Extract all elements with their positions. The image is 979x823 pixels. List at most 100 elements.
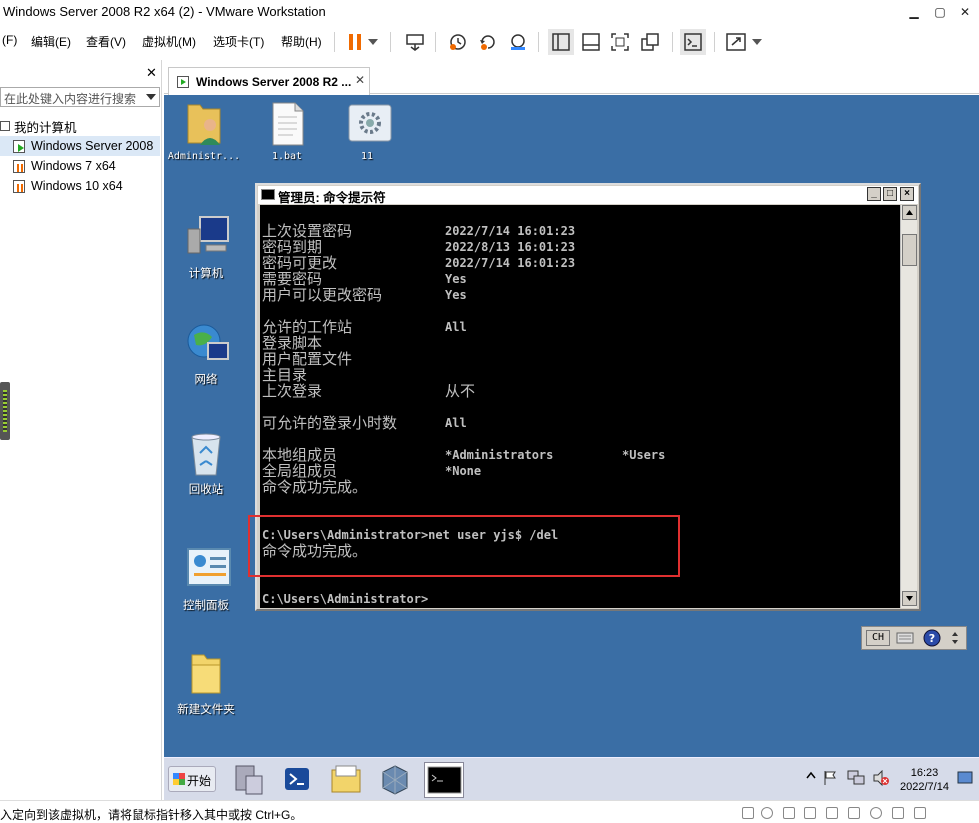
explorer-icon[interactable] [326,762,366,798]
stretch-icon[interactable] [723,29,749,55]
pause-dropdown-icon[interactable] [366,29,380,55]
send-keys-icon[interactable] [402,29,428,55]
network-tray-icon[interactable] [847,770,865,789]
cmd-close-button[interactable]: × [900,187,914,201]
clock-date: 2022/7/14 [900,781,949,793]
sound-icon[interactable] [848,807,860,819]
batch-file-icon [267,101,307,146]
help-icon[interactable]: ? [923,629,941,650]
menu-edit[interactable]: 编辑(E) [31,33,71,50]
scroll-up-button[interactable] [902,205,917,220]
desktop-icon-control-panel[interactable]: 控制面板 [166,547,246,613]
desktop-icon-label: 1.bat [271,151,303,162]
guest-taskbar: 开始 16:23 2022/7/14 [164,757,979,800]
cdrom-icon[interactable] [761,807,773,819]
menu-tabs[interactable]: 选项卡(T) [213,33,264,50]
cmd-icon [261,189,275,200]
control-panel-icon [186,547,231,591]
show-desktop-icon[interactable] [957,770,973,789]
snapshot-manager-icon[interactable] [505,29,531,55]
cmd-taskbar-icon[interactable] [424,762,464,798]
desktop-icon-computer[interactable]: 计算机 [166,215,246,281]
menu-help[interactable]: 帮助(H) [281,33,322,50]
snapshot-icon[interactable] [445,29,471,55]
show-library-icon[interactable] [548,29,574,55]
search-dropdown-icon[interactable] [146,94,156,100]
desktop-icon-administrator[interactable]: Administr... [164,101,244,162]
usb-icon[interactable] [826,807,838,819]
pause-icon[interactable] [342,29,368,55]
toolbar-separator [390,32,391,52]
maximize-button[interactable]: ▢ [931,3,949,21]
thumbnail-bar-icon[interactable] [578,29,604,55]
toolbar-separator [714,32,715,52]
tab-label: Windows Server 2008 R2 ... [196,75,352,89]
desktop-icon-recycle-bin[interactable]: 回收站 [166,431,246,497]
desktop-icon-1bat[interactable]: 1.bat [247,101,327,162]
desktop-icon-11[interactable]: 11 [327,101,407,162]
taskbar-clock[interactable]: 16:23 2022/7/14 [900,766,949,794]
status-text: 入定向到该虚拟机，请将鼠标指针移入其中或按 Ctrl+G。 [0,808,303,822]
keyboard-icon[interactable] [896,631,914,648]
fullscreen-icon[interactable] [607,29,633,55]
library-search-input[interactable]: 在此处键入内容进行搜索 [0,87,160,107]
volume-muted-icon[interactable] [872,769,890,789]
minimize-button[interactable]: ▁ [905,3,923,21]
cmd-minimize-button[interactable]: _ [867,187,881,201]
status-options-icon[interactable] [914,807,926,819]
desktop-icon-network[interactable]: 网络 [166,321,246,387]
tree-vm-win7[interactable]: Windows 7 x64 [0,156,160,176]
menu-file[interactable]: (F) [2,33,17,47]
tab-close-button[interactable]: ✕ [355,73,365,87]
folder-icon [186,651,226,695]
desktop-icon-label: 新建文件夹 [177,702,235,716]
side-drag-handle[interactable] [0,382,10,440]
desktop-icon-label: 11 [360,151,374,162]
title-bar: Windows Server 2008 R2 x64 (2) - VMware … [0,0,979,24]
language-bar[interactable]: CH ? [861,626,967,650]
tab-strip: Windows Server 2008 R2 ... ✕ [164,60,979,95]
app-cube-icon[interactable] [375,762,415,798]
svg-text:?: ? [929,632,935,645]
menu-view[interactable]: 查看(V) [86,33,126,50]
user-folder-icon [184,101,224,145]
vm-tab-icon [177,76,189,88]
network-adapter-icon[interactable] [804,807,816,819]
cmd-scrollbar[interactable] [900,205,917,608]
menu-vm[interactable]: 虚拟机(M) [142,33,196,50]
tree-vm-label: Windows 7 x64 [31,159,116,173]
console-prompt: C:\Users\Administrator> [262,592,429,606]
message-icon[interactable] [892,807,904,819]
tree-my-computer[interactable]: 我的计算机 [0,116,160,136]
printer-icon[interactable] [783,807,795,819]
language-indicator[interactable]: CH [866,630,890,646]
guest-desktop[interactable]: Administr... 1.bat 11 计算机 网络 回收站 控制面板 新建… [164,95,979,757]
desktop-icon-label: 网络 [194,372,218,386]
server-manager-icon[interactable] [228,762,268,798]
scroll-down-button[interactable] [902,591,917,606]
console-view-icon[interactable] [680,29,706,55]
unity-icon[interactable] [637,29,663,55]
vm-paused-icon [13,159,25,173]
revert-snapshot-icon[interactable] [475,29,501,55]
langbar-options-icon[interactable] [950,630,960,649]
flag-icon[interactable] [822,770,838,789]
start-button[interactable]: 开始 [168,766,216,792]
hard-disk-icon[interactable] [742,807,754,819]
vm-paused-icon [13,179,25,193]
desktop-icon-new-folder[interactable]: 新建文件夹 [166,651,246,717]
desktop-icon-label: 回收站 [188,482,224,496]
tab-vm[interactable]: Windows Server 2008 R2 ... ✕ [168,67,370,95]
cmd-title-bar[interactable]: 管理员: 命令提示符 [258,186,918,205]
display-icon[interactable] [870,807,882,819]
scroll-thumb[interactable] [902,234,917,266]
stretch-dropdown-icon[interactable] [750,29,764,55]
tree-vm-win10[interactable]: Windows 10 x64 [0,176,160,196]
show-hidden-icons[interactable] [806,770,816,787]
menu-bar: (F) 编辑(E) 查看(V) 虚拟机(M) 选项卡(T) 帮助(H) [0,26,979,58]
tree-vm-server2008[interactable]: Windows Server 2008 [0,136,160,156]
library-close-button[interactable]: ✕ [146,65,157,81]
close-button[interactable]: ✕ [956,3,974,21]
powershell-icon[interactable] [277,762,317,798]
cmd-maximize-button[interactable]: □ [883,187,897,201]
